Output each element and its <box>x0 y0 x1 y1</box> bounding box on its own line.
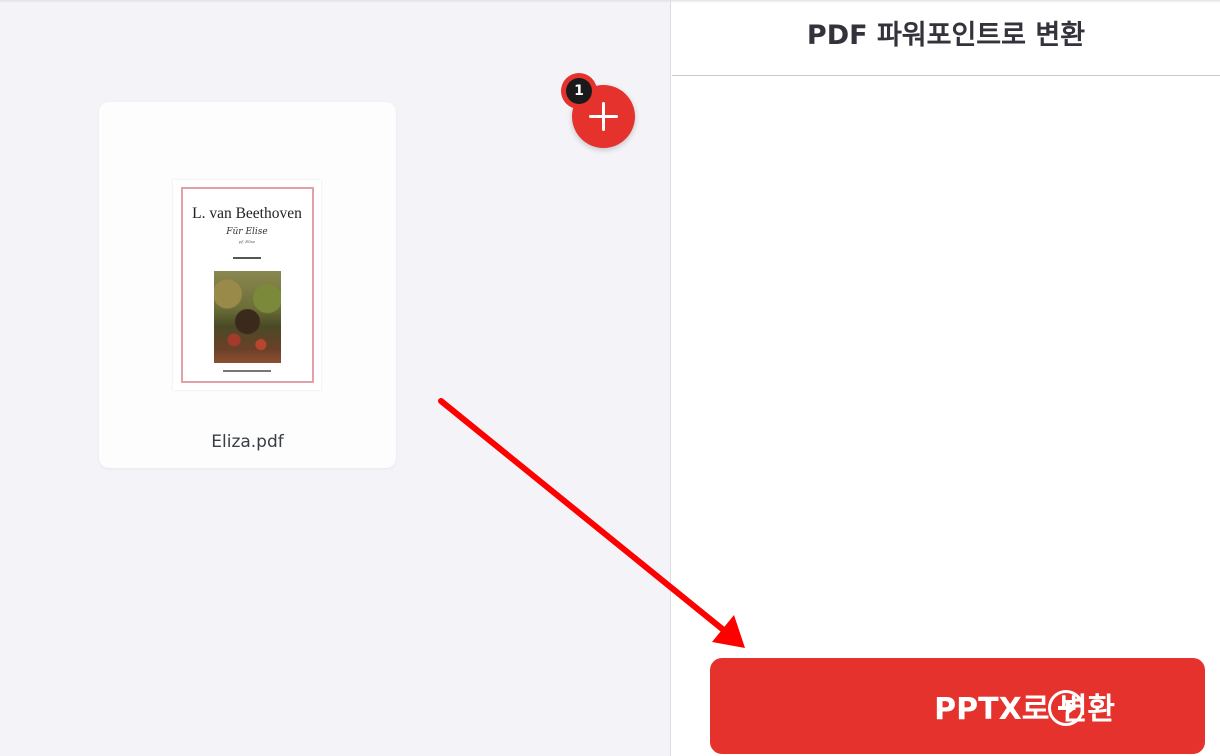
pdf-thumbnail: L. van Beethoven Für Elise pf. Elise <box>173 180 321 390</box>
thumbnail-footer-line <box>223 370 271 372</box>
file-card[interactable]: L. van Beethoven Für Elise pf. Elise Eli… <box>99 102 396 468</box>
top-shadow <box>0 0 1220 3</box>
arrow-right-circle-icon <box>1048 690 1084 726</box>
thumbnail-subtitle: Für Elise <box>226 227 268 237</box>
tool-sidebar: PDF 파워포인트로 변환 PPTX로 변환 <box>672 0 1220 756</box>
thumbnail-painting <box>214 271 281 363</box>
thumbnail-title: L. van Beethoven <box>192 205 302 222</box>
file-name: Eliza.pdf <box>211 432 284 452</box>
file-workspace: L. van Beethoven Für Elise pf. Elise Eli… <box>0 0 671 756</box>
thumbnail-text-line <box>233 257 261 259</box>
file-count-badge: 1 <box>561 73 597 109</box>
tool-title: PDF 파워포인트로 변환 <box>672 0 1220 76</box>
convert-button-label: PPTX로 변환 <box>934 692 1115 727</box>
thumbnail-sub-caption: pf. Elise <box>238 239 256 244</box>
convert-to-pptx-button[interactable]: PPTX로 변환 <box>710 658 1205 754</box>
file-count: 1 <box>566 78 592 104</box>
